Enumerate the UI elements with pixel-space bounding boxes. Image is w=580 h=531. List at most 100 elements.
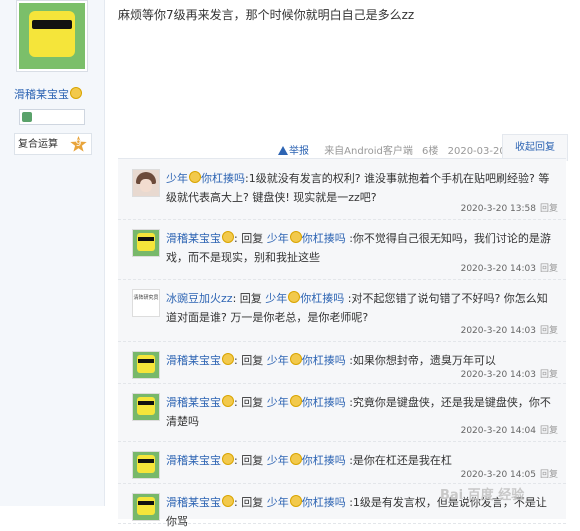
commenter-name[interactable]: 滑稽某宝宝 — [166, 232, 221, 245]
avatar-sponge — [133, 494, 159, 520]
comment-text: 冰豌豆加火zz: 回复 少年 你杠揍吗 :对不起您错了说句错了不好吗? 你怎么知道… — [166, 289, 556, 327]
avatar-sponge-face — [137, 455, 155, 473]
smiley-emoji-icon — [189, 171, 201, 183]
commenter-avatar[interactable] — [132, 393, 160, 421]
author-name-text[interactable]: 滑稽某宝宝 — [14, 88, 69, 101]
comment-footer: 2020-3-20 13:58 回复 — [461, 201, 558, 214]
post-source: 来自Android客户端 — [324, 146, 413, 157]
reply-prefix: : 回复 — [234, 396, 267, 409]
reply-target-suffix[interactable]: 你杠揍吗 — [302, 454, 346, 467]
warning-icon — [278, 146, 288, 155]
avatar-sponge — [133, 394, 159, 420]
star-icon: 9 — [70, 136, 87, 152]
smiley-emoji-icon — [288, 291, 301, 303]
smiley-emoji-icon — [222, 453, 234, 465]
smiley-emoji-icon — [222, 395, 234, 407]
reply-target[interactable]: 少年 — [267, 396, 289, 409]
reply-target-suffix[interactable]: 你杠揍吗 — [302, 354, 346, 367]
honor-badge[interactable]: 复合运算 9 — [14, 133, 92, 155]
comment-reply-button[interactable]: 回复 — [540, 204, 558, 214]
commenter-name[interactable]: 冰豌豆加火 — [166, 292, 221, 305]
comment-item: 滑稽某宝宝: 回复 少年 你杠揍吗 :你不觉得自己很无知吗，我们讨论的是游戏，而不… — [118, 219, 566, 280]
comment-reply-button[interactable]: 回复 — [540, 370, 558, 380]
smiley-emoji-icon — [222, 353, 234, 365]
commenter-avatar[interactable]: 清阵研究员 — [132, 289, 160, 317]
author-avatar[interactable] — [16, 0, 88, 72]
commenter-name[interactable]: 滑稽某宝宝 — [166, 454, 221, 467]
reply-prefix: : 回复 — [234, 454, 267, 467]
smiley-emoji-icon — [289, 395, 302, 407]
reply-prefix: : 回复 — [234, 232, 267, 245]
comment-time: 2020-3-20 14:03 — [460, 264, 536, 274]
comment-item: 滑稽某宝宝: 回复 少年 你杠揍吗 :是你在杠还是我在杠 2020-3-20 14:… — [118, 441, 566, 484]
comment-footer: 2020-3-20 14:05 回复 — [461, 467, 558, 480]
avatar-sponge-face — [137, 397, 155, 415]
comment-time: 2020-3-20 14:03 — [460, 370, 536, 380]
author-name[interactable]: 滑稽某宝宝 — [14, 86, 94, 102]
comment-box: 少年 你杠揍吗:1级就没有发言的权利? 谁没事就抱着个手机在贴吧刷经验? 等级就代… — [118, 158, 566, 528]
avatar-sponge — [133, 230, 159, 256]
comment-item: 清阵研究员 冰豌豆加火zz: 回复 少年 你杠揍吗 :对不起您错了说句错了不好吗? … — [118, 279, 566, 342]
comment-footer: 2020-3-20 14:03 回复 — [461, 367, 558, 380]
report-label[interactable]: 举报 — [289, 146, 309, 157]
smiley-emoji-icon — [289, 353, 302, 365]
reply-prefix: : 回复 — [232, 292, 266, 305]
avatar-sponge — [133, 352, 159, 378]
smiley-emoji-icon — [222, 495, 234, 507]
comment-item: 滑稽某宝宝: 回复 少年 你杠揍吗 :如果你想封帝，遗臭万年可以 2020-3-20… — [118, 341, 566, 384]
comment-reply-button[interactable]: 回复 — [540, 264, 558, 274]
commenter-name[interactable]: 滑稽某宝宝 — [166, 396, 221, 409]
avatar-sunglasses — [138, 401, 154, 405]
avatar-sponge-face — [137, 497, 155, 515]
avatar-sponge-face — [137, 355, 155, 373]
reply-target-suffix[interactable]: 你杠揍吗 — [302, 396, 346, 409]
avatar-sponge-face — [137, 233, 155, 251]
comment-body: :如果你想封帝，遗臭万年可以 — [345, 354, 496, 367]
author-sidebar: 滑稽某宝宝 复合运算 9 — [0, 0, 105, 506]
member-level-badge[interactable] — [19, 109, 85, 125]
avatar-sunglasses — [138, 501, 154, 505]
smiley-emoji-icon — [289, 495, 302, 507]
reply-target[interactable]: 少年 — [267, 354, 289, 367]
reply-prefix: : 回复 — [234, 496, 267, 509]
avatar-sunglasses — [138, 359, 154, 363]
post-floor: 6楼 — [422, 146, 439, 157]
collapse-reply-button[interactable]: 收起回复 — [502, 134, 568, 161]
smiley-emoji-icon — [70, 87, 82, 99]
commenter-avatar[interactable] — [132, 351, 160, 379]
reply-target[interactable]: 少年 — [265, 292, 287, 305]
commenter-avatar[interactable] — [132, 451, 160, 479]
comment-reply-button[interactable]: 回复 — [540, 470, 558, 480]
smiley-emoji-icon — [289, 453, 302, 465]
reply-target-suffix[interactable]: 你杠揍吗 — [302, 232, 346, 245]
avatar-sponge — [133, 452, 159, 478]
honor-value: 9 — [75, 139, 82, 149]
avatar-logo: 清阵研究员 — [133, 290, 159, 316]
avatar-photo — [133, 170, 159, 196]
report-link[interactable]: 举报 — [278, 146, 315, 157]
reply-target-suffix[interactable]: 你杠揍吗 — [302, 496, 346, 509]
commenter-name[interactable]: 少年 — [166, 172, 188, 185]
commenter-avatar[interactable] — [132, 493, 160, 521]
commenter-name-suffix[interactable]: zz — [221, 292, 233, 305]
reply-target[interactable]: 少年 — [267, 232, 289, 245]
reply-target-suffix[interactable]: 你杠揍吗 — [300, 292, 344, 305]
comment-time: 2020-3-20 14:04 — [460, 426, 536, 436]
reply-target[interactable]: 少年 — [267, 496, 289, 509]
watermark-text: Bai 百度 经验 — [440, 488, 525, 503]
comment-footer: 2020-3-20 14:03 回复 — [461, 261, 558, 274]
commenter-name[interactable]: 滑稽某宝宝 — [166, 496, 221, 509]
commenter-name[interactable]: 滑稽某宝宝 — [166, 354, 221, 367]
smiley-emoji-icon — [222, 231, 234, 243]
commenter-avatar[interactable] — [132, 169, 160, 197]
avatar-sunglasses — [138, 459, 154, 463]
baidu-watermark: Bai 百度 经验 — [440, 484, 524, 503]
comment-footer: 2020-3-20 14:04 回复 — [461, 423, 558, 436]
avatar-sunglasses — [138, 237, 154, 241]
commenter-avatar[interactable] — [132, 229, 160, 257]
commenter-name-suffix[interactable]: 你杠揍吗 — [201, 172, 245, 185]
comment-reply-button[interactable]: 回复 — [540, 326, 558, 336]
reply-target[interactable]: 少年 — [267, 454, 289, 467]
comment-reply-button[interactable]: 回复 — [540, 426, 558, 436]
reply-prefix: : 回复 — [234, 354, 267, 367]
